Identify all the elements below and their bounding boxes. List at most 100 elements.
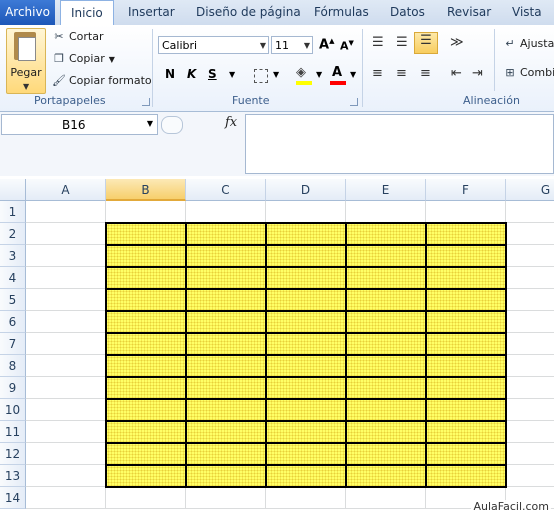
row-header-8[interactable]: 8 (0, 355, 26, 377)
tab-archivo[interactable]: Archivo (0, 0, 55, 25)
highlighted-cell-e10[interactable] (345, 398, 427, 422)
row-header-1[interactable]: 1 (0, 201, 26, 223)
align-right-icon[interactable]: ≡ (420, 66, 431, 81)
cell-g12[interactable] (506, 443, 554, 465)
highlighted-cell-d13[interactable] (265, 464, 347, 488)
highlighted-cell-f13[interactable] (425, 464, 507, 488)
highlighted-cell-c13[interactable] (185, 464, 267, 488)
highlighted-cell-f3[interactable] (425, 244, 507, 268)
cell-g11[interactable] (506, 421, 554, 443)
highlighted-cell-f12[interactable] (425, 442, 507, 466)
highlighted-cell-c3[interactable] (185, 244, 267, 268)
highlighted-cell-e4[interactable] (345, 266, 427, 290)
highlighted-cell-c12[interactable] (185, 442, 267, 466)
column-header-d[interactable]: D (266, 179, 346, 201)
row-header-7[interactable]: 7 (0, 333, 26, 355)
row-header-3[interactable]: 3 (0, 245, 26, 267)
copy-button[interactable]: ❐ Copiar ▼ (52, 52, 115, 70)
highlighted-cell-b12[interactable] (105, 442, 187, 466)
cell-b1[interactable] (106, 201, 186, 223)
row-header-11[interactable]: 11 (0, 421, 26, 443)
borders-icon[interactable] (254, 69, 268, 83)
highlighted-cell-b4[interactable] (105, 266, 187, 290)
fill-color-icon[interactable]: ◈ (296, 65, 306, 80)
row-header-10[interactable]: 10 (0, 399, 26, 421)
cell-a14[interactable] (26, 487, 106, 509)
tab-revisar[interactable]: Revisar (447, 0, 491, 25)
font-color-dropdown-icon[interactable]: ▼ (350, 70, 356, 79)
row-header-13[interactable]: 13 (0, 465, 26, 487)
cell-a8[interactable] (26, 355, 106, 377)
cell-g8[interactable] (506, 355, 554, 377)
highlighted-cell-b10[interactable] (105, 398, 187, 422)
cell-a1[interactable] (26, 201, 106, 223)
cut-button[interactable]: ✂ Cortar (52, 30, 103, 48)
highlighted-cell-d12[interactable] (265, 442, 347, 466)
column-header-g[interactable]: G (506, 179, 554, 201)
cell-g7[interactable] (506, 333, 554, 355)
highlighted-cell-f10[interactable] (425, 398, 507, 422)
highlighted-cell-f5[interactable] (425, 288, 507, 312)
cell-a3[interactable] (26, 245, 106, 267)
underline-icon[interactable]: S (208, 67, 217, 81)
highlighted-cell-b2[interactable] (105, 222, 187, 246)
font-size-dropdown-icon[interactable]: ▼ (304, 37, 310, 55)
tab-datos[interactable]: Datos (390, 0, 425, 25)
align-middle-icon[interactable]: ☰ (396, 35, 408, 50)
font-name-dropdown-icon[interactable]: ▼ (260, 37, 266, 55)
highlighted-cell-f9[interactable] (425, 376, 507, 400)
cell-a5[interactable] (26, 289, 106, 311)
increase-indent-icon[interactable]: ⇥ (472, 66, 483, 81)
row-header-4[interactable]: 4 (0, 267, 26, 289)
cell-g3[interactable] (506, 245, 554, 267)
cell-a7[interactable] (26, 333, 106, 355)
highlighted-cell-e2[interactable] (345, 222, 427, 246)
tab-vista[interactable]: Vista (512, 0, 542, 25)
copy-dropdown-icon[interactable]: ▼ (109, 55, 115, 64)
highlighted-cell-f2[interactable] (425, 222, 507, 246)
font-color-icon[interactable]: A (332, 65, 342, 80)
highlighted-cell-f8[interactable] (425, 354, 507, 378)
highlighted-cell-d2[interactable] (265, 222, 347, 246)
column-header-b[interactable]: B (106, 179, 186, 201)
font-name-box[interactable]: Calibri ▼ (158, 36, 269, 54)
highlighted-cell-b7[interactable] (105, 332, 187, 356)
row-header-5[interactable]: 5 (0, 289, 26, 311)
highlighted-cell-c9[interactable] (185, 376, 267, 400)
highlighted-cell-b11[interactable] (105, 420, 187, 444)
fill-color-dropdown-icon[interactable]: ▼ (316, 70, 322, 79)
cell-d14[interactable] (266, 487, 346, 509)
highlighted-cell-c10[interactable] (185, 398, 267, 422)
align-left-icon[interactable]: ≡ (372, 66, 383, 81)
cell-g9[interactable] (506, 377, 554, 399)
cell-a10[interactable] (26, 399, 106, 421)
cell-c14[interactable] (186, 487, 266, 509)
tab-diseno-pagina[interactable]: Diseño de página (196, 0, 301, 25)
highlighted-cell-e12[interactable] (345, 442, 427, 466)
highlighted-cell-d4[interactable] (265, 266, 347, 290)
column-header-c[interactable]: C (186, 179, 266, 201)
highlighted-cell-f6[interactable] (425, 310, 507, 334)
highlighted-cell-c8[interactable] (185, 354, 267, 378)
cell-d1[interactable] (266, 201, 346, 223)
highlighted-cell-e3[interactable] (345, 244, 427, 268)
borders-dropdown-icon[interactable]: ▼ (273, 70, 279, 79)
highlighted-cell-c7[interactable] (185, 332, 267, 356)
cell-g6[interactable] (506, 311, 554, 333)
tab-insertar[interactable]: Insertar (128, 0, 175, 25)
insert-function-icon[interactable]: fx (225, 115, 237, 130)
cell-a13[interactable] (26, 465, 106, 487)
column-header-a[interactable]: A (26, 179, 106, 201)
format-painter-button[interactable]: 🖌 Copiar formato (52, 74, 152, 92)
cell-a4[interactable] (26, 267, 106, 289)
worksheet-grid[interactable]: ABCDEFG 1 2 3 4 5 6 7 8 9 10 11 12 13 14 AulaFacil.co… (0, 176, 554, 514)
highlighted-cell-c6[interactable] (185, 310, 267, 334)
highlighted-cell-e6[interactable] (345, 310, 427, 334)
row-header-6[interactable]: 6 (0, 311, 26, 333)
paste-button[interactable]: Pegar ▼ (6, 28, 46, 94)
highlighted-cell-e11[interactable] (345, 420, 427, 444)
cell-e1[interactable] (346, 201, 426, 223)
row-header-2[interactable]: 2 (0, 223, 26, 245)
highlighted-cell-e9[interactable] (345, 376, 427, 400)
cell-a6[interactable] (26, 311, 106, 333)
